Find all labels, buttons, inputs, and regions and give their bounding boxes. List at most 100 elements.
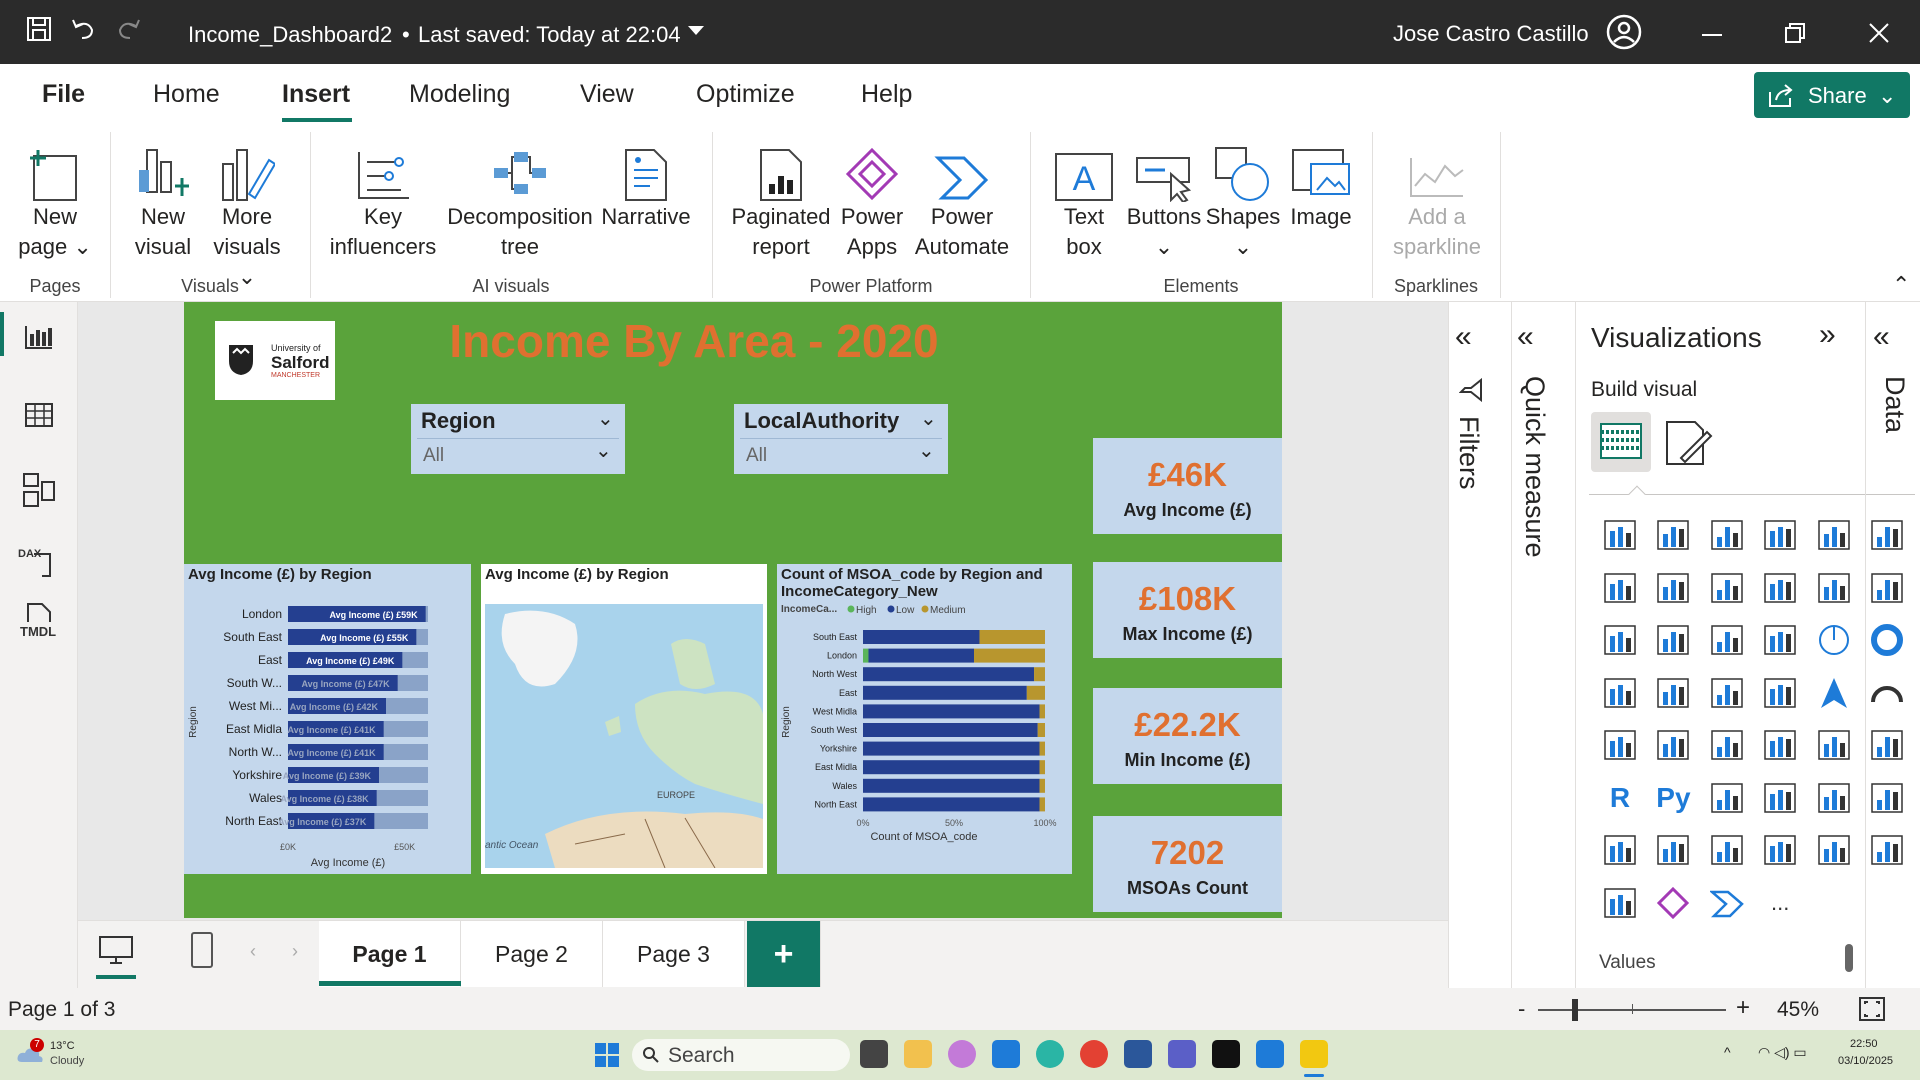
vscode-icon[interactable]: [992, 1040, 1020, 1068]
localauthority-slicer-value[interactable]: All: [740, 438, 942, 473]
file-explorer-icon[interactable]: [904, 1040, 932, 1068]
card-max-income[interactable]: £108K Max Income (£): [1093, 562, 1282, 658]
wifi-volume-battery-icon[interactable]: ◠ ◁) ▭: [1758, 1044, 1807, 1061]
tab-view[interactable]: View: [580, 80, 634, 109]
gauge-visual-icon[interactable]: [1866, 672, 1908, 714]
decomposition-tree-button[interactable]: Decomposition tree: [444, 140, 596, 262]
chrome-icon[interactable]: [1080, 1040, 1108, 1068]
clustered-column-visual-icon[interactable]: [1759, 514, 1801, 556]
expand-visualizations-icon[interactable]: »: [1819, 318, 1836, 352]
collapse-filters-icon[interactable]: «: [1455, 320, 1472, 354]
windows-start-icon[interactable]: [594, 1042, 620, 1068]
kpi-visual-icon[interactable]: [1706, 724, 1748, 766]
qa-visual-icon[interactable]: [1813, 777, 1855, 819]
text-box-button[interactable]: A Text box: [1046, 140, 1122, 262]
edge-icon[interactable]: [1036, 1040, 1064, 1068]
power-automate-button[interactable]: Power Automate: [906, 140, 1018, 262]
ribbon-visual-icon[interactable]: [1759, 567, 1801, 609]
table-visual-icon[interactable]: [1813, 724, 1855, 766]
scatter-visual-icon[interactable]: [1759, 619, 1801, 661]
100-column-visual-icon[interactable]: [1866, 514, 1908, 556]
fit-to-page-icon[interactable]: [1858, 996, 1886, 1022]
azure-map-visual-icon[interactable]: [1813, 672, 1855, 714]
chevron-down-icon[interactable]: ⌄: [920, 406, 937, 431]
more-visuals-button[interactable]: More visuals ⌄: [202, 140, 292, 292]
treemap-visual-icon[interactable]: [1599, 672, 1641, 714]
clustered-bar-visual-icon[interactable]: [1706, 514, 1748, 556]
stacked-bar-visual-icon[interactable]: [1599, 514, 1641, 556]
stacked-column-visual-icon[interactable]: [1652, 514, 1694, 556]
metrics-visual-icon[interactable]: [1599, 829, 1641, 871]
collapse-quick-measure-icon[interactable]: «: [1517, 320, 1534, 354]
desktop-layout-icon[interactable]: [98, 935, 134, 965]
funnel-visual-icon[interactable]: [1706, 619, 1748, 661]
map-visual-icon[interactable]: [1652, 672, 1694, 714]
decomposition-tree-visual-icon[interactable]: [1759, 777, 1801, 819]
shapes-button[interactable]: Shapes ⌄: [1204, 140, 1282, 262]
data-pane-label[interactable]: Data: [1879, 376, 1910, 433]
new-visual-button[interactable]: New visual: [126, 140, 200, 262]
zoom-slider-thumb[interactable]: [1572, 999, 1578, 1021]
pane-scrollbar[interactable]: [1845, 944, 1853, 972]
slicer-new-visual-icon[interactable]: [1759, 829, 1801, 871]
tab-file[interactable]: File: [42, 80, 85, 109]
waterfall-visual-icon[interactable]: [1866, 567, 1908, 609]
region-slicer-value[interactable]: All: [417, 438, 619, 473]
chevron-down-icon[interactable]: ⌄: [918, 438, 935, 463]
card-new-visual-icon[interactable]: [1706, 829, 1748, 871]
avg-income-map[interactable]: Avg Income (£) by Region EUROPE antic Oc…: [481, 564, 767, 874]
tab-home[interactable]: Home: [153, 80, 220, 109]
tmdl-view-icon[interactable]: TMDL: [20, 624, 56, 639]
image-button[interactable]: Image: [1282, 140, 1360, 232]
shape-map-visual-icon[interactable]: [1759, 672, 1801, 714]
avg-income-bar-chart[interactable]: Avg Income (£) by Region Region London Avg…: [184, 564, 471, 874]
card-visual-icon[interactable]: [1599, 724, 1641, 766]
power-automate-visual-icon[interactable]: [1706, 882, 1748, 924]
tab-insert[interactable]: Insert: [282, 80, 350, 109]
python-visual-visual-icon[interactable]: Py: [1652, 777, 1694, 819]
page-tab-3[interactable]: Page 3: [603, 921, 745, 987]
power-apps-button[interactable]: Power Apps: [836, 140, 908, 262]
word-icon[interactable]: [1124, 1040, 1152, 1068]
scroll-right-icon[interactable]: ›: [292, 941, 298, 962]
tab-modeling[interactable]: Modeling: [409, 80, 510, 109]
quick-measure-pane-label[interactable]: Quick measure: [1519, 376, 1550, 558]
card-min-income[interactable]: £22.2K Min Income (£): [1093, 688, 1282, 784]
zoom-in-button[interactable]: +: [1736, 994, 1750, 1022]
mobile-layout-icon[interactable]: [190, 931, 214, 969]
user-avatar-icon[interactable]: [1606, 14, 1642, 50]
copilot-icon[interactable]: [948, 1040, 976, 1068]
model-view-icon[interactable]: [22, 472, 56, 508]
region-slicer[interactable]: Region ⌄ All ⌄: [411, 404, 625, 474]
button-slicer-visual-icon[interactable]: [1813, 829, 1855, 871]
narrative-button[interactable]: Narrative: [596, 140, 696, 232]
matrix-visual-icon[interactable]: [1866, 724, 1908, 766]
100-bar-visual-icon[interactable]: [1813, 514, 1855, 556]
smart-narrative-visual-icon[interactable]: [1866, 777, 1908, 819]
power-apps-visual-icon[interactable]: [1652, 882, 1694, 924]
arcgis-visual-icon[interactable]: [1599, 882, 1641, 924]
paginated-visual-icon[interactable]: [1652, 829, 1694, 871]
card-msoas-count[interactable]: 7202 MSOAs Count: [1093, 816, 1282, 912]
collapse-ribbon-icon[interactable]: ⌃: [1892, 272, 1910, 298]
taskbar-search-box[interactable]: Search: [632, 1039, 850, 1071]
format-visual-icon[interactable]: [1663, 418, 1713, 468]
list-slicer-visual-icon[interactable]: [1866, 829, 1908, 871]
tab-optimize[interactable]: Optimize: [696, 80, 795, 109]
msoa-count-stacked-chart[interactable]: Count of MSOA_code by Region and IncomeC…: [777, 564, 1072, 874]
filled-map-visual-icon[interactable]: [1706, 672, 1748, 714]
key-influencers-visual-icon[interactable]: [1706, 777, 1748, 819]
redo-icon[interactable]: [116, 16, 142, 42]
share-button[interactable]: Share ⌄: [1754, 72, 1910, 118]
ribbon-chart-visual-icon[interactable]: [1599, 619, 1641, 661]
pie-visual-icon[interactable]: [1813, 619, 1855, 661]
build-visual-tab[interactable]: [1591, 412, 1651, 472]
new-page-button[interactable]: New page ⌄: [8, 140, 102, 262]
card-avg-income[interactable]: £46K Avg Income (£): [1093, 438, 1282, 534]
waterfall-chart-visual-icon[interactable]: [1652, 619, 1694, 661]
paginated-report-button[interactable]: Paginated report: [722, 140, 840, 262]
zoom-out-button[interactable]: -: [1518, 996, 1525, 1022]
minimize-icon[interactable]: [1702, 34, 1722, 36]
table-view-icon[interactable]: [24, 402, 54, 428]
store-icon[interactable]: [1256, 1040, 1284, 1068]
